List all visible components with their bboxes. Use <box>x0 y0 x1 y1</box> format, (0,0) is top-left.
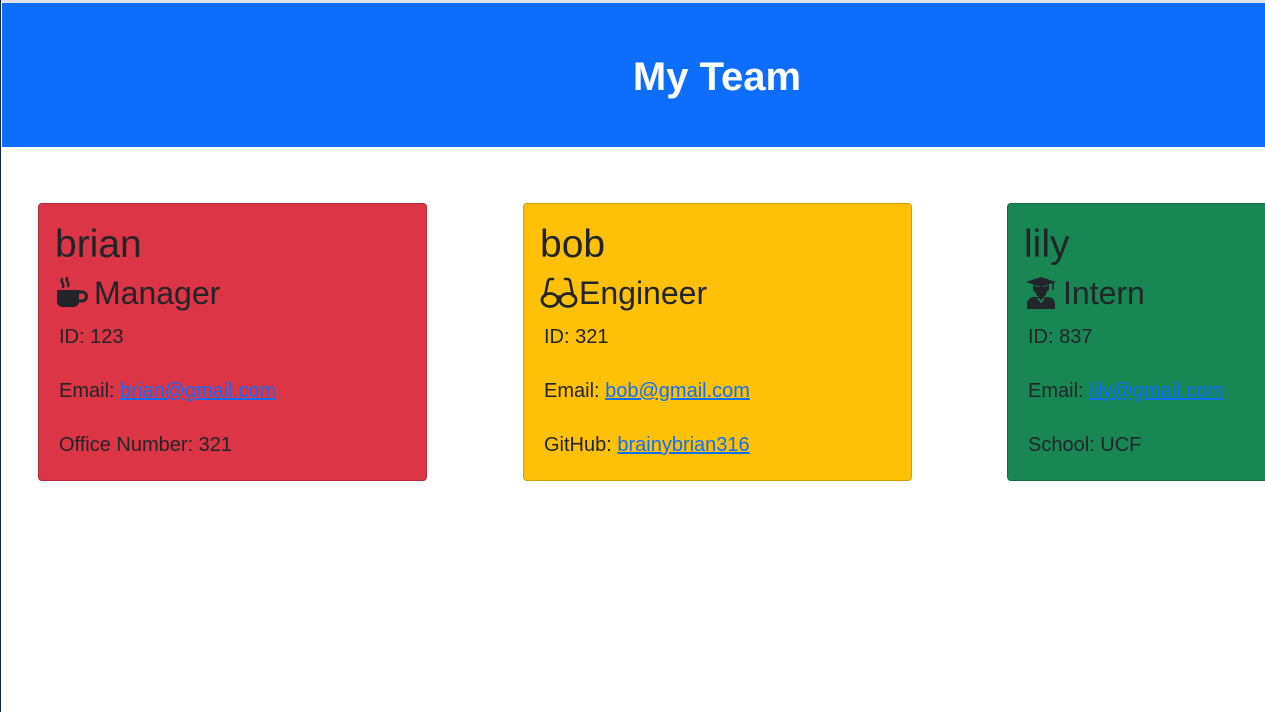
school-line: School: UCF <box>1028 434 1142 456</box>
graduate-icon <box>1024 276 1058 310</box>
page: My Team brian Manager ID: 123 Email: bri… <box>0 0 1265 712</box>
employee-email-line: Email: brian@gmail.com <box>59 379 276 403</box>
employee-name: lily <box>1024 223 1070 266</box>
role-label: Intern <box>1063 275 1145 311</box>
glasses-icon <box>540 276 578 310</box>
mug-hot-icon <box>55 276 89 310</box>
employee-role: Engineer <box>540 274 707 312</box>
email-label: Email: <box>59 380 121 402</box>
employee-id: ID: 123 <box>59 326 124 348</box>
employee-role: Manager <box>55 274 220 312</box>
employee-email-line: Email: lily@gmail.com <box>1028 379 1224 403</box>
office-number: Office Number: 321 <box>59 434 233 456</box>
email-label: Email: <box>544 380 606 402</box>
employee-card-engineer: bob Engineer ID: 321 Email: bob@gmail.co… <box>523 203 912 481</box>
email-link[interactable]: brian@gmail.com <box>120 380 276 402</box>
role-label: Manager <box>94 275 221 311</box>
page-title: My Team <box>632 55 802 99</box>
employee-id: ID: 837 <box>1028 326 1093 348</box>
email-link[interactable]: lily@gmail.com <box>1089 380 1224 402</box>
github-label: GitHub: <box>544 434 618 456</box>
email-label: Email: <box>1028 380 1090 402</box>
team-header: My Team <box>2 3 1265 147</box>
employee-card-intern: lily Intern ID: 837 Email: lily@gmail.co… <box>1007 203 1265 481</box>
role-label: Engineer <box>579 275 708 311</box>
employee-role: Intern <box>1024 274 1145 312</box>
employee-id: ID: 321 <box>544 326 609 348</box>
employee-email-line: Email: bob@gmail.com <box>544 379 750 403</box>
employee-card-manager: brian Manager ID: 123 Email: brian@gmail… <box>38 203 427 481</box>
employee-name: bob <box>540 223 606 266</box>
email-link[interactable]: bob@gmail.com <box>605 380 750 402</box>
employee-name: brian <box>55 223 142 266</box>
github-link[interactable]: brainybrian316 <box>617 434 749 456</box>
github-line: GitHub: brainybrian316 <box>544 433 750 457</box>
